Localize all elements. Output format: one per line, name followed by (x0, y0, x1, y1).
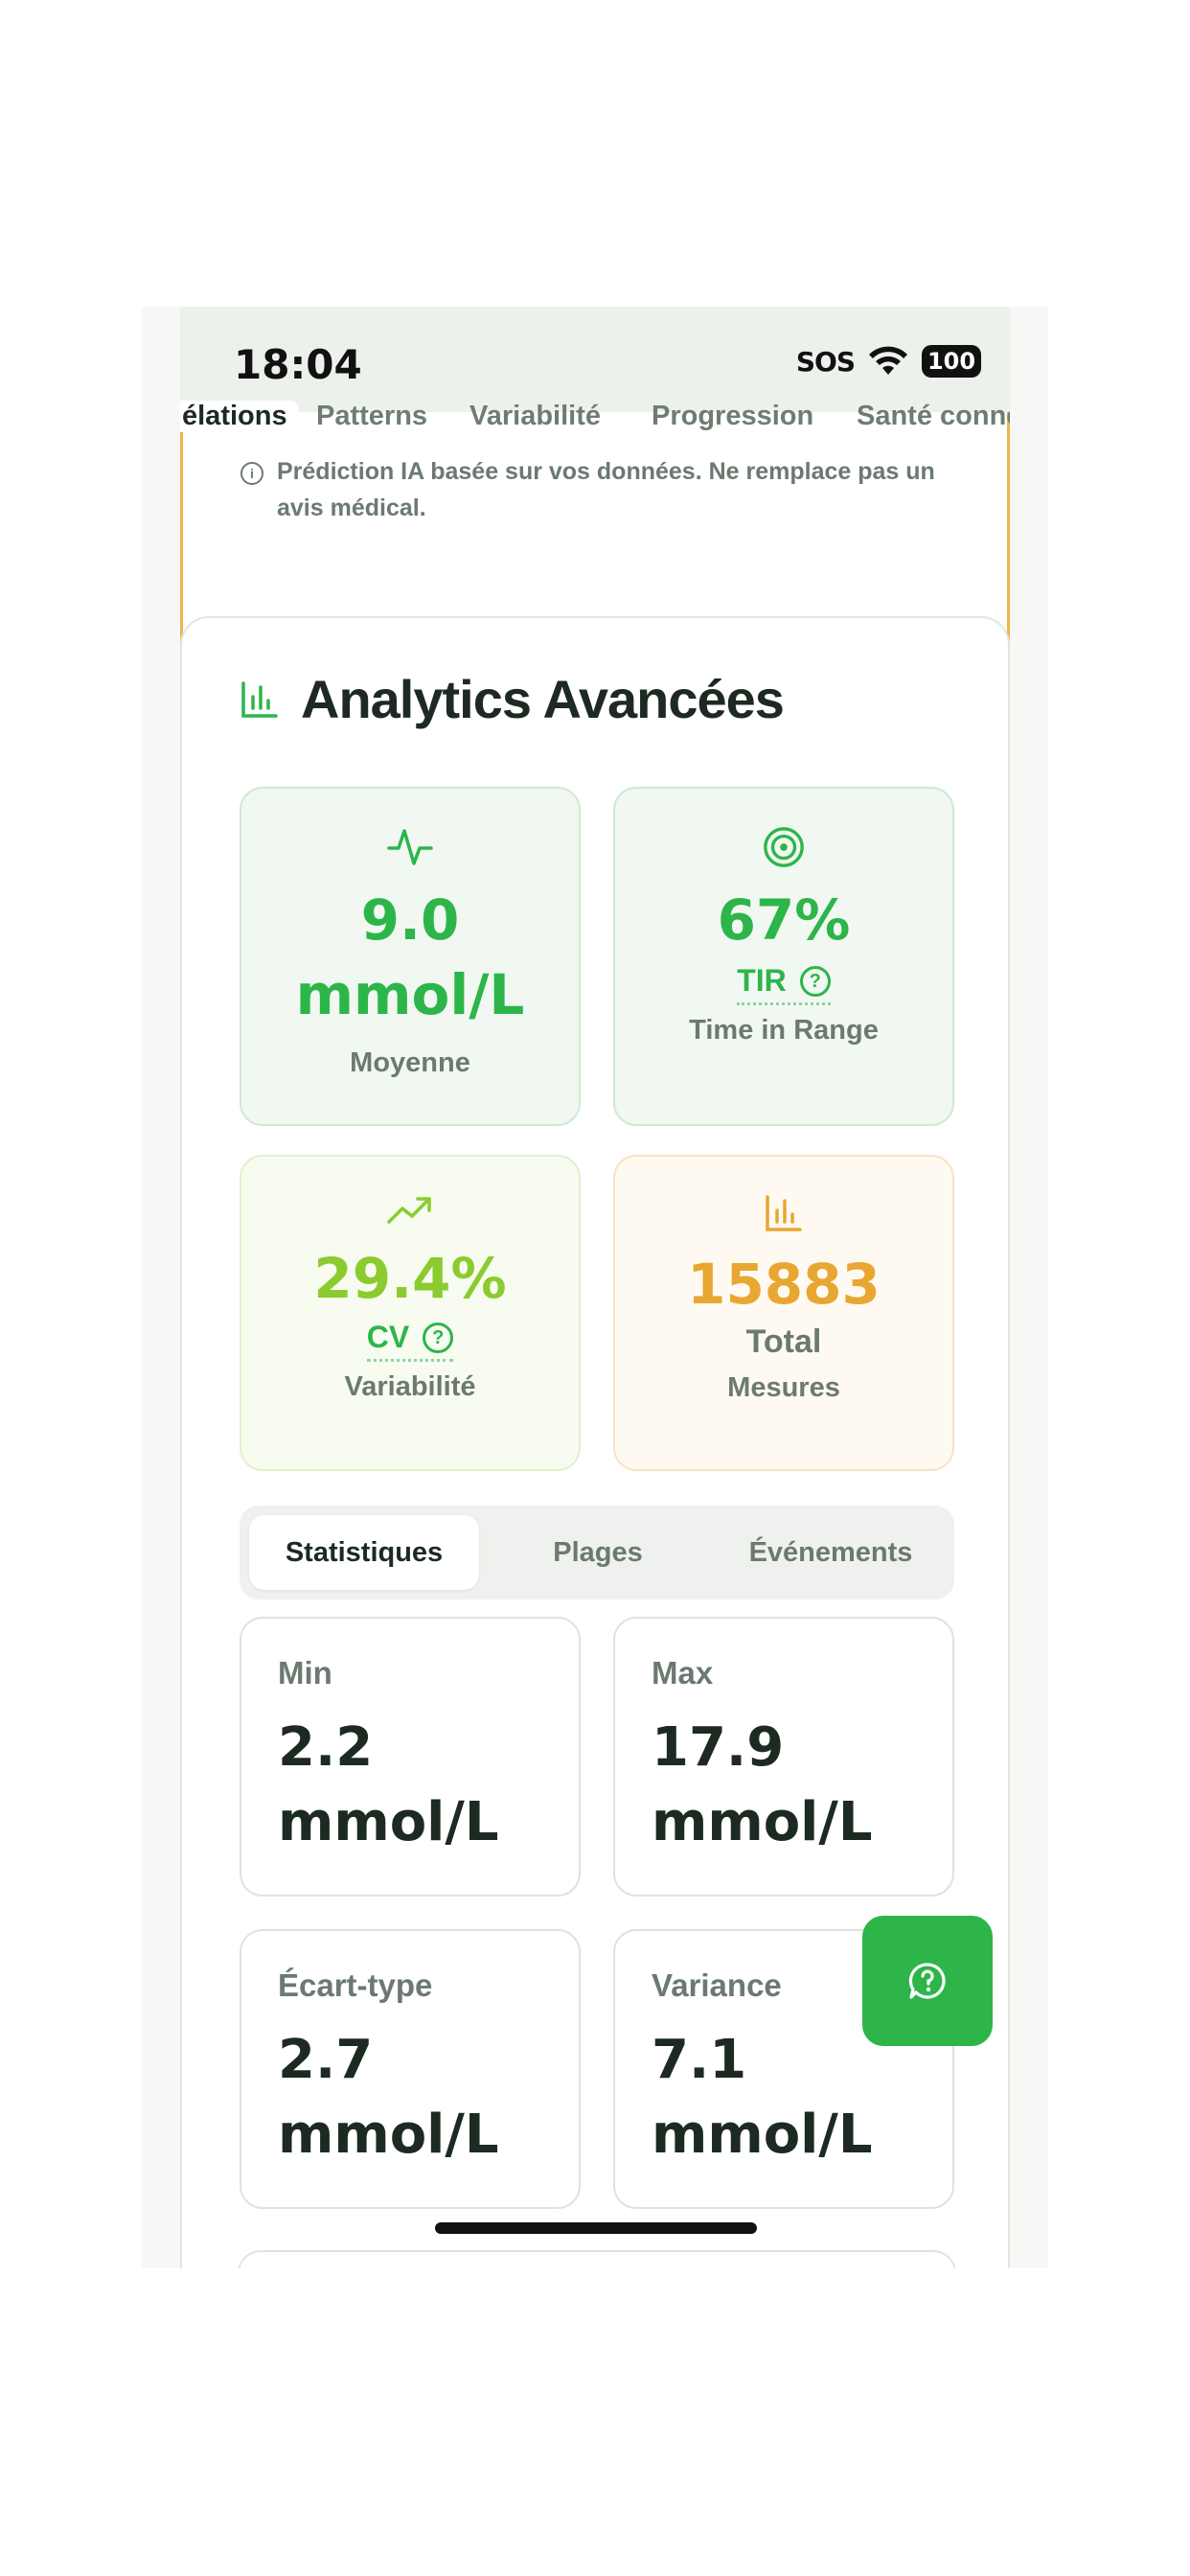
help-circle-icon: ? (799, 965, 831, 997)
kpi-cv-label: Variabilité (344, 1371, 476, 1402)
help-chat-button[interactable] (862, 1916, 993, 2046)
status-icons: SOS 100 (796, 345, 981, 378)
stat-max-card: Max 17.9 mmol/L (613, 1617, 954, 1897)
tab-patterns[interactable]: Patterns (316, 401, 427, 432)
stat-min-value: 2.2 mmol/L (278, 1716, 499, 1853)
bar-chart-icon (766, 1195, 802, 1231)
stat-max-value: 17.9 mmol/L (652, 1716, 873, 1853)
clock: 18:04 (234, 341, 362, 388)
phone-screen: i Prédiction IA basée sur vos données. N… (142, 307, 1048, 2268)
kpi-mean-value: 9.0 mmol/L (295, 887, 525, 1027)
stat-min-label: Min (278, 1655, 332, 1690)
tab-correlations[interactable]: élations (180, 401, 299, 432)
stat-variance-label: Variance (652, 1967, 782, 2003)
kpi-cv-abbr-row: CV ? (241, 1320, 579, 1362)
kpi-total-value: 15883 (687, 1252, 881, 1317)
kpi-tir-card: 67% TIR ? Time in Range (613, 787, 954, 1126)
trending-up-icon (387, 1197, 431, 1224)
kpi-tir-value: 67% (717, 887, 851, 953)
tab-variability[interactable]: Variabilité (469, 401, 601, 432)
next-section-card (238, 2250, 956, 2268)
help-chat-icon (908, 1963, 946, 1999)
bar-chart-icon (241, 680, 278, 718)
banner-disclaimer: i Prédiction IA basée sur vos données. N… (240, 453, 969, 526)
tir-tooltip-trigger[interactable]: TIR ? (737, 963, 831, 1005)
kpi-cv-card: 29.4% CV ? Variabilité (240, 1155, 581, 1471)
info-icon: i (240, 462, 263, 485)
target-icon (764, 827, 804, 867)
stat-stddev-value: 2.7 mmol/L (278, 2029, 499, 2166)
wifi-icon (869, 346, 907, 375)
activity-icon (387, 829, 433, 865)
analytics-header: Analytics Avancées (240, 668, 785, 730)
home-indicator[interactable] (435, 2222, 757, 2234)
kpi-tir-label: Time in Range (689, 1015, 879, 1046)
kpi-total-sublabel: Mesures (727, 1372, 840, 1403)
kpi-tir-abbr-row: TIR ? (615, 963, 952, 1005)
stat-stddev-card: Écart-type 2.7 mmol/L (240, 1929, 581, 2209)
tab-connected-health[interactable]: Santé conne (857, 401, 1010, 432)
kpi-total-label: Total (745, 1323, 822, 1360)
kpi-tir-abbr: TIR (737, 963, 787, 998)
analytics-title: Analytics Avancées (301, 669, 785, 729)
section-tabs: élations Patterns Variabilité Progressio… (180, 399, 1010, 443)
cv-tooltip-trigger[interactable]: CV ? (366, 1320, 454, 1362)
help-circle-icon: ? (423, 1322, 454, 1353)
segment-evenements[interactable]: Événements (717, 1515, 945, 1590)
battery-indicator: 100 (922, 345, 981, 378)
stat-max-label: Max (652, 1655, 714, 1690)
disclaimer-text: Prédiction IA basée sur vos données. Ne … (277, 458, 935, 521)
kpi-cv-value: 29.4% (313, 1246, 507, 1311)
segment-statistiques[interactable]: Statistiques (249, 1515, 479, 1590)
kpi-total-card: 15883 Total Mesures (613, 1155, 954, 1471)
stats-segmented-control: Statistiques Plages Événements (240, 1506, 954, 1599)
kpi-mean-card: 9.0 mmol/L Moyenne (240, 787, 581, 1126)
kpi-cv-abbr: CV (366, 1320, 410, 1354)
stat-stddev-label: Écart-type (278, 1967, 433, 2003)
tab-progression[interactable]: Progression (652, 401, 813, 432)
status-bar: 18:04 SOS 100 (180, 307, 1010, 412)
stat-min-card: Min 2.2 mmol/L (240, 1617, 581, 1897)
sos-indicator: SOS (795, 345, 856, 378)
kpi-mean-label: Moyenne (350, 1047, 470, 1078)
segment-plages[interactable]: Plages (485, 1515, 711, 1590)
